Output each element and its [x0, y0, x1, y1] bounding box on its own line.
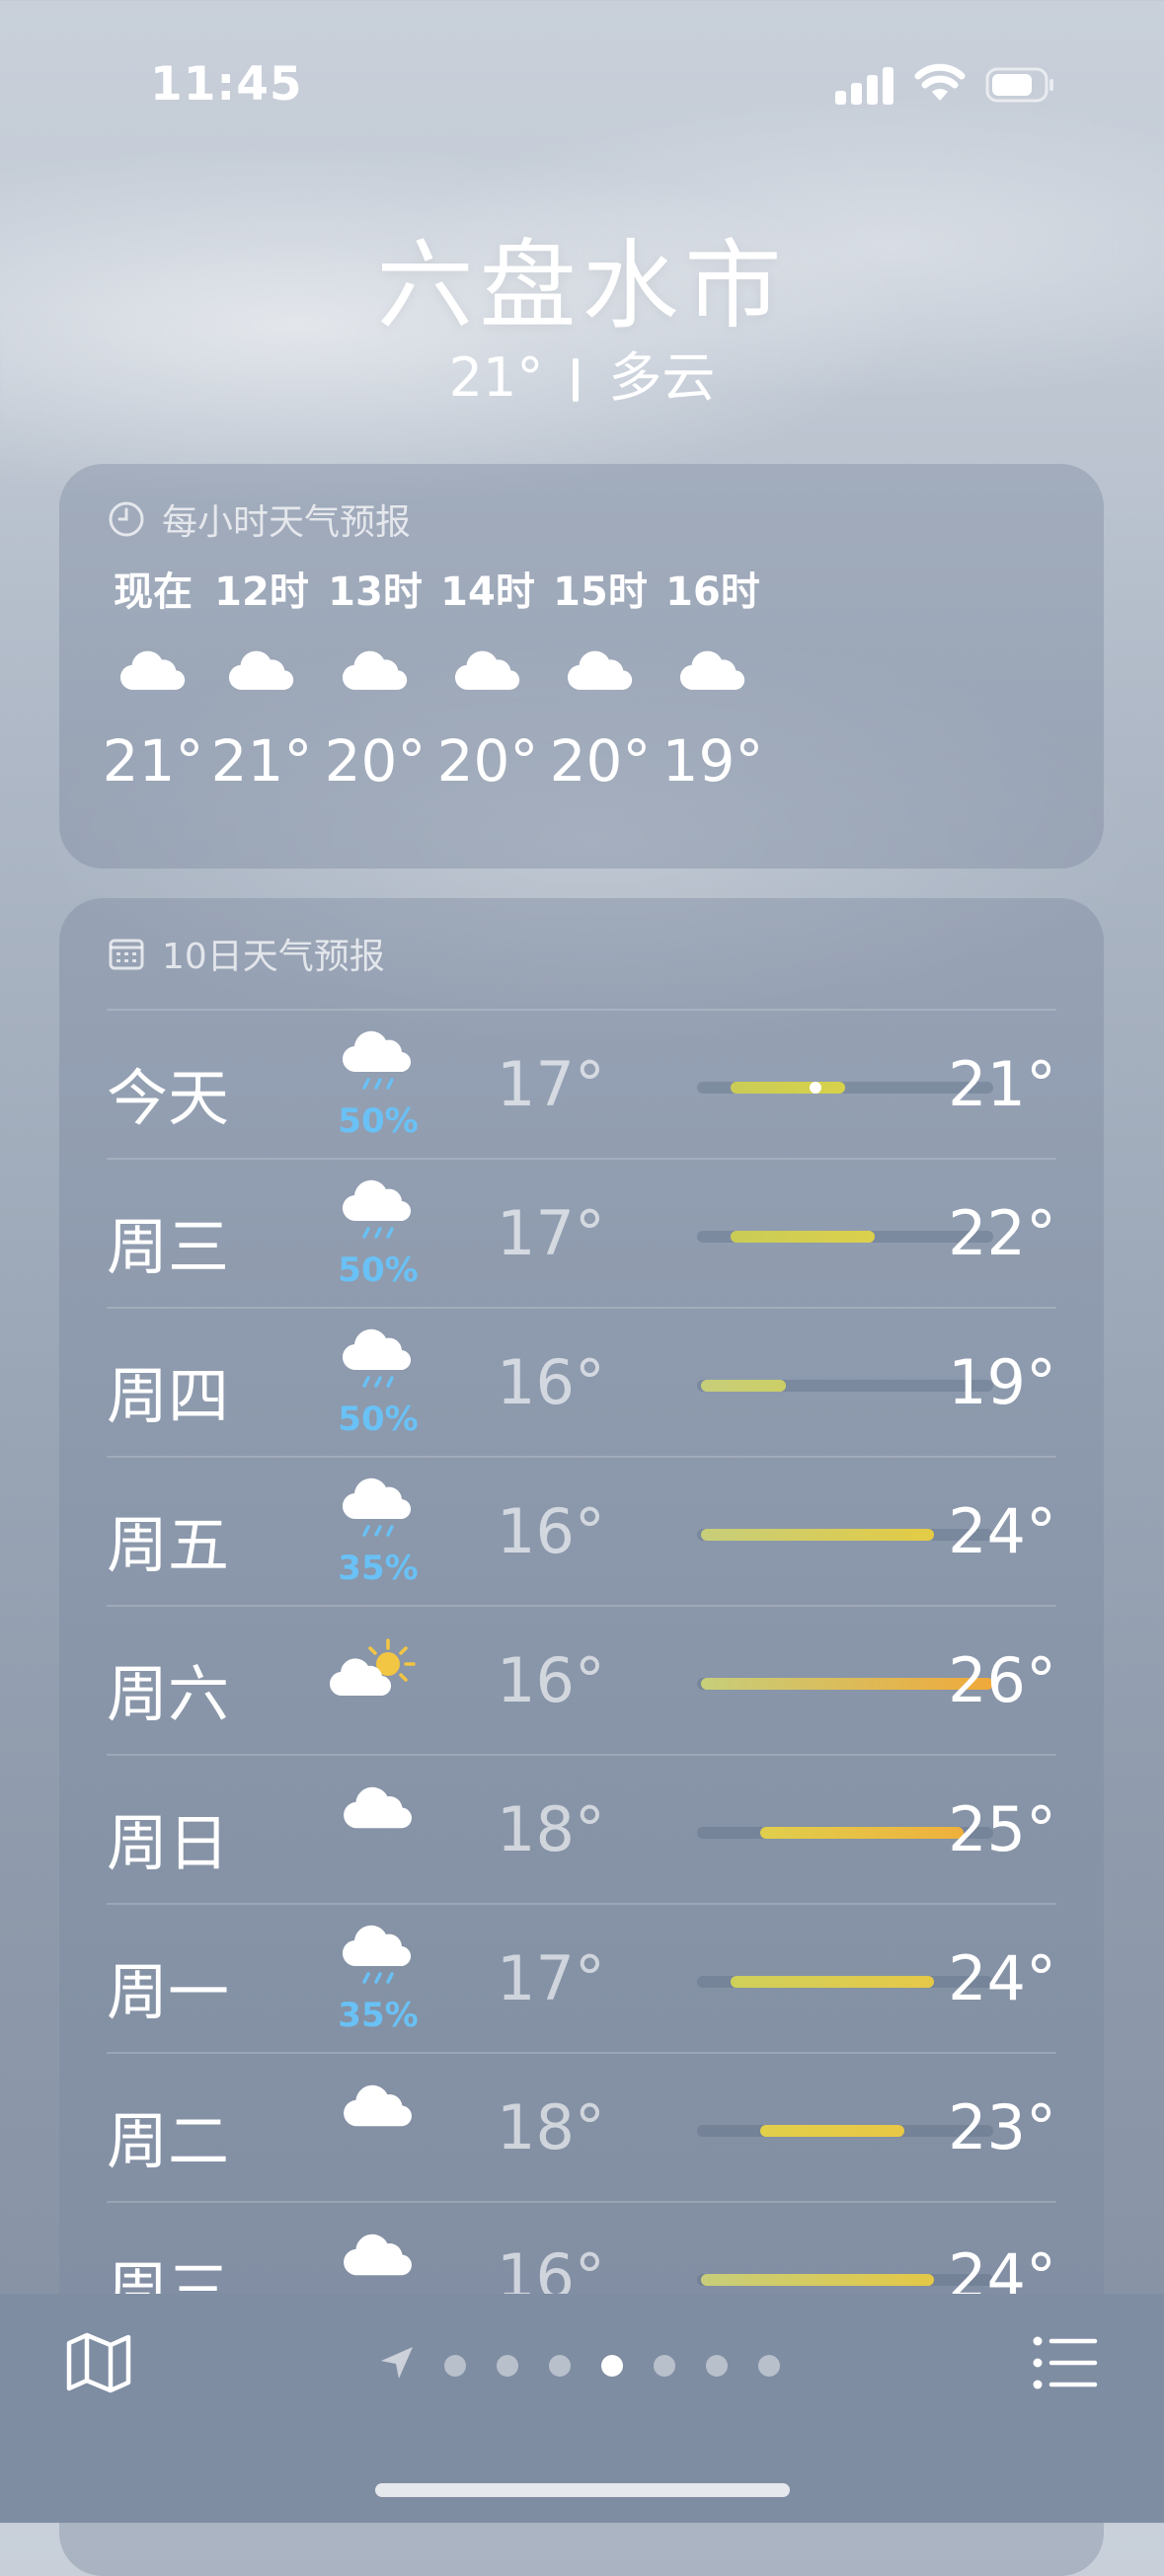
temp-range-fill	[701, 1529, 934, 1541]
precip-chance: 50%	[338, 1101, 419, 1141]
precip-chance: 35%	[338, 1549, 419, 1588]
hourly-title: 每小时天气预报	[162, 502, 412, 543]
hourly-header: 每小时天气预报	[107, 493, 411, 545]
clock-icon	[109, 501, 144, 537]
daily-row[interactable]: 今天 50% 17° 21°	[107, 1009, 1056, 1159]
hourly-scroll[interactable]: 现在 21° 12时 21° 13时 20° 14时 20° 15时 20° 16时 19°	[59, 563, 1104, 859]
daily-row[interactable]: 周日 18° 25°	[107, 1754, 1056, 1904]
daily-row[interactable]: 周五 35% 16° 24°	[107, 1456, 1056, 1606]
high-temp: 24°	[948, 1495, 1056, 1567]
rain-cloud-icon: 35%	[324, 1923, 432, 2041]
daily-header: 10日天气预报	[107, 928, 385, 979]
high-temp: 21°	[948, 1048, 1056, 1120]
rain-cloud-icon: 50%	[324, 1177, 432, 1296]
low-temp: 18°	[497, 1793, 605, 1865]
day-label: 周二	[107, 2105, 230, 2177]
page-dot[interactable]	[444, 2355, 466, 2377]
status-time: 11:45	[150, 57, 303, 112]
day-label: 周日	[107, 1807, 230, 1879]
battery-icon	[985, 67, 1053, 103]
temp-range-fill	[760, 2125, 904, 2137]
high-temp: 26°	[948, 1644, 1056, 1716]
daily-row[interactable]: 周一 35% 17° 24°	[107, 1903, 1056, 2053]
precip-chance: 50%	[338, 1250, 419, 1290]
precip-chance: 50%	[338, 1400, 419, 1439]
daily-row[interactable]: 周二 18° 23°	[107, 2052, 1056, 2202]
cellular-signal-icon	[835, 65, 894, 105]
current-condition-text: 多云	[608, 346, 716, 409]
status-bar: 11:45	[0, 0, 1164, 148]
temp-range-fill	[760, 1827, 964, 1839]
list-icon[interactable]	[1032, 2333, 1099, 2392]
city-name: 六盘水市	[376, 230, 788, 342]
high-temp: 22°	[948, 1197, 1056, 1269]
hour-temp: 19°	[661, 727, 764, 795]
day-label: 今天	[107, 1062, 230, 1134]
cloud-icon	[324, 2072, 432, 2200]
low-temp: 16°	[497, 1346, 605, 1418]
rain-cloud-icon: 35%	[324, 1476, 432, 1594]
low-temp: 17°	[497, 1942, 605, 2014]
page-indicator[interactable]	[444, 2355, 811, 2377]
high-temp: 23°	[948, 2091, 1056, 2163]
day-label: 周五	[107, 1509, 230, 1581]
day-label: 周四	[107, 1360, 230, 1432]
temp-range-fill	[731, 1231, 875, 1243]
sun-cloud-icon	[324, 1625, 432, 1753]
location-arrow-icon[interactable]	[377, 2343, 417, 2383]
high-temp: 24°	[948, 1942, 1056, 2014]
daily-row[interactable]: 周六 16° 26°	[107, 1605, 1056, 1755]
map-icon[interactable]	[63, 2327, 134, 2398]
current-temp: 21°	[448, 346, 544, 409]
page-dot[interactable]	[654, 2355, 675, 2377]
hourly-forecast-card[interactable]: 每小时天气预报 现在 21° 12时 21° 13时 20° 14时 20° 15时 20° 16时…	[59, 464, 1104, 869]
rain-cloud-icon: 50%	[324, 1028, 432, 1147]
page-dot[interactable]	[497, 2355, 518, 2377]
home-indicator[interactable]	[375, 2483, 790, 2497]
temp-range-fill	[701, 2274, 934, 2286]
hour-item: 16时 19°	[644, 563, 782, 796]
hour-label: 16时	[665, 569, 760, 615]
daily-row[interactable]: 周三 50% 17° 22°	[107, 1158, 1056, 1308]
daily-row[interactable]: 周四 50% 16° 19°	[107, 1307, 1056, 1457]
rain-cloud-icon: 50%	[324, 1326, 432, 1445]
high-temp: 25°	[948, 1793, 1056, 1865]
separator	[573, 358, 580, 402]
precip-chance: 35%	[338, 1996, 419, 2035]
page-dot[interactable]	[706, 2355, 728, 2377]
wifi-icon	[914, 63, 966, 101]
cloud-icon	[324, 1774, 432, 1902]
low-temp: 16°	[497, 1495, 605, 1567]
cloud-icon	[644, 622, 782, 717]
day-label: 周三	[107, 1211, 230, 1283]
current-temp-dot	[810, 1082, 821, 1094]
daily-title: 10日天气预报	[162, 937, 385, 977]
page-dot[interactable]	[549, 2355, 571, 2377]
low-temp: 17°	[497, 1197, 605, 1269]
low-temp: 17°	[497, 1048, 605, 1120]
day-label: 周六	[107, 1658, 230, 1730]
temp-range-fill	[731, 1976, 934, 1988]
page-dot[interactable]	[758, 2355, 780, 2377]
page-dot[interactable]	[601, 2355, 623, 2377]
high-temp: 19°	[948, 1346, 1056, 1418]
day-label: 周一	[107, 1956, 230, 2028]
current-conditions: 21° 多云	[0, 334, 1164, 412]
low-temp: 16°	[497, 1644, 605, 1716]
temp-range-fill	[701, 1380, 786, 1392]
low-temp: 18°	[497, 2091, 605, 2163]
temp-range-fill	[731, 1082, 845, 1094]
calendar-icon	[109, 939, 144, 970]
